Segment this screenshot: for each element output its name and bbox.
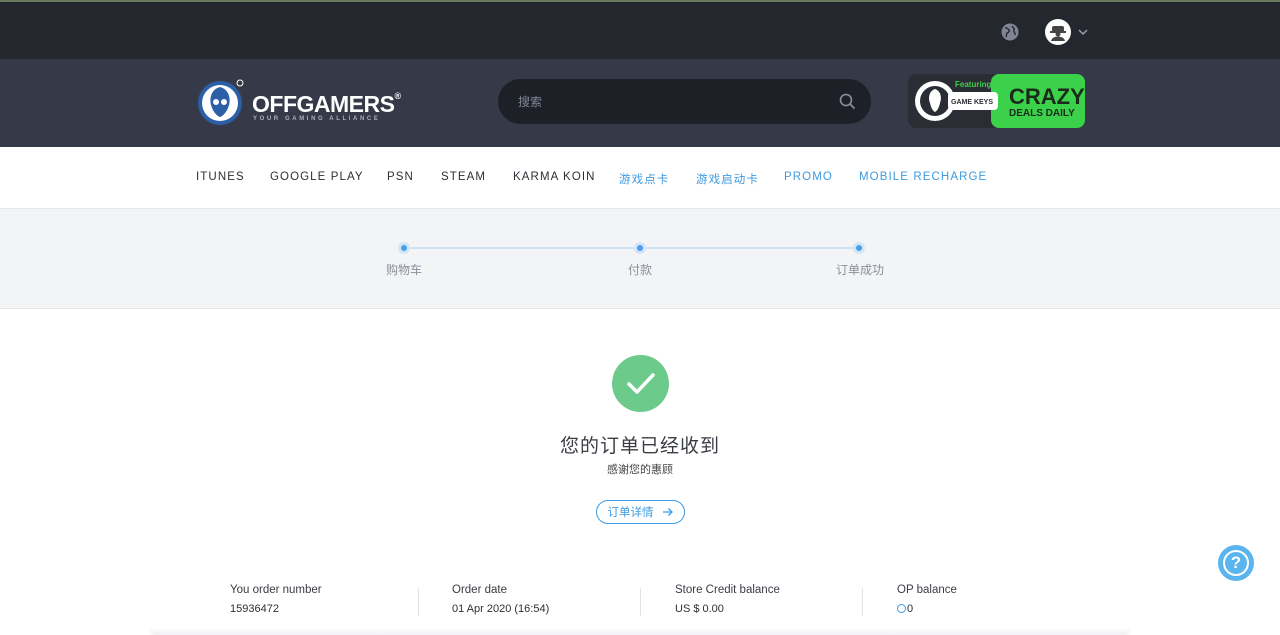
search-icon[interactable] xyxy=(839,93,856,110)
card-shadow xyxy=(150,627,1130,635)
nav-item-steam[interactable]: STEAM xyxy=(441,171,486,183)
promo-featuring: Featuring xyxy=(955,80,992,89)
step-label-order-success: 订单成功 xyxy=(835,263,885,277)
globe-icon[interactable] xyxy=(1000,22,1020,42)
order-details-label: 订单详情 xyxy=(607,507,654,519)
step-dot-payment xyxy=(634,242,646,254)
header: OFFGAMERS® YOUR GAMING ALLIANCE GAME KEY… xyxy=(0,59,1280,147)
avatar[interactable] xyxy=(1045,19,1071,45)
nav-item-game-point-cards[interactable]: 游戏点卡 xyxy=(619,171,669,187)
brand-logo[interactable]: OFFGAMERS® YOUR GAMING ALLIANCE xyxy=(196,75,411,129)
summary-op-balance: OP balance 0 xyxy=(897,584,957,615)
step-connector xyxy=(405,247,640,249)
nav-item-mobile-recharge[interactable]: MOBILE RECHARGE xyxy=(859,171,987,183)
chevron-down-icon[interactable] xyxy=(1077,27,1089,37)
promo-badge: GAME KEYS xyxy=(951,99,993,106)
op-coin-icon xyxy=(897,604,906,613)
summary-value-row: 0 xyxy=(897,603,957,615)
success-check xyxy=(612,355,669,412)
avatar-icon xyxy=(1050,26,1066,41)
brand-emblem-icon xyxy=(198,79,244,125)
arrow-right-icon xyxy=(662,508,673,516)
brand-name: OFFGAMERS® xyxy=(252,91,401,117)
summary-value: 0 xyxy=(907,603,914,615)
promo-deals-daily: DEALS DAILY xyxy=(1009,108,1075,119)
step-label-cart: 购物车 xyxy=(385,263,423,277)
brand-tagline: YOUR GAMING ALLIANCE xyxy=(253,116,381,122)
summary-divider xyxy=(640,588,641,616)
summary-value: US $ 0.00 xyxy=(675,603,724,615)
top-bar xyxy=(0,0,1280,59)
step-label-payment: 付款 xyxy=(627,263,653,277)
summary-label: Store Credit balance xyxy=(675,584,780,596)
step-dot-order-success xyxy=(853,242,865,254)
step-connector xyxy=(640,247,859,249)
nav-item-karma-koin[interactable]: KARMA KOIN xyxy=(513,171,596,183)
nav-item-promo[interactable]: PROMO xyxy=(784,171,833,183)
nav-item-game-activation-cards[interactable]: 游戏启动卡 xyxy=(696,171,759,187)
summary-value: 15936472 xyxy=(230,603,279,615)
summary-store-credit: Store Credit balance US $ 0.00 xyxy=(675,584,780,615)
success-subtitle: 感谢您的惠顾 xyxy=(607,464,673,476)
checkout-steps: 购物车 付款 订单成功 xyxy=(0,209,1280,309)
main-nav: ITUNES GOOGLE PLAY PSN STEAM KARMA KOIN … xyxy=(0,147,1280,209)
summary-divider xyxy=(862,588,863,616)
check-icon xyxy=(627,373,655,394)
nav-item-itunes[interactable]: ITUNES xyxy=(196,171,245,183)
summary-divider xyxy=(418,588,419,616)
nav-item-psn[interactable]: PSN xyxy=(387,171,414,183)
summary-order-date: Order date 01 Apr 2020 (16:54) xyxy=(452,584,549,615)
nav-item-google-play[interactable]: GOOGLE PLAY xyxy=(270,171,364,183)
promo-crazy: CRAZY xyxy=(1009,84,1085,109)
help-icon: ? xyxy=(1223,550,1249,576)
search-input[interactable] xyxy=(518,79,828,124)
order-details-button[interactable]: 订单详情 xyxy=(596,500,685,524)
summary-order-number: You order number 15936472 xyxy=(230,584,322,615)
summary-label: You order number xyxy=(230,584,322,596)
summary-label: Order date xyxy=(452,584,507,596)
crazy-deals-banner[interactable]: GAME KEYS Featuring CRAZY DEALS DAILY xyxy=(908,74,1085,128)
success-title: 您的订单已经收到 xyxy=(559,436,720,457)
help-button[interactable]: ? xyxy=(1218,545,1254,581)
search-bar xyxy=(498,79,871,124)
summary-label: OP balance xyxy=(897,584,957,596)
summary-value: 01 Apr 2020 (16:54) xyxy=(452,603,550,615)
step-dot-cart xyxy=(398,242,410,254)
